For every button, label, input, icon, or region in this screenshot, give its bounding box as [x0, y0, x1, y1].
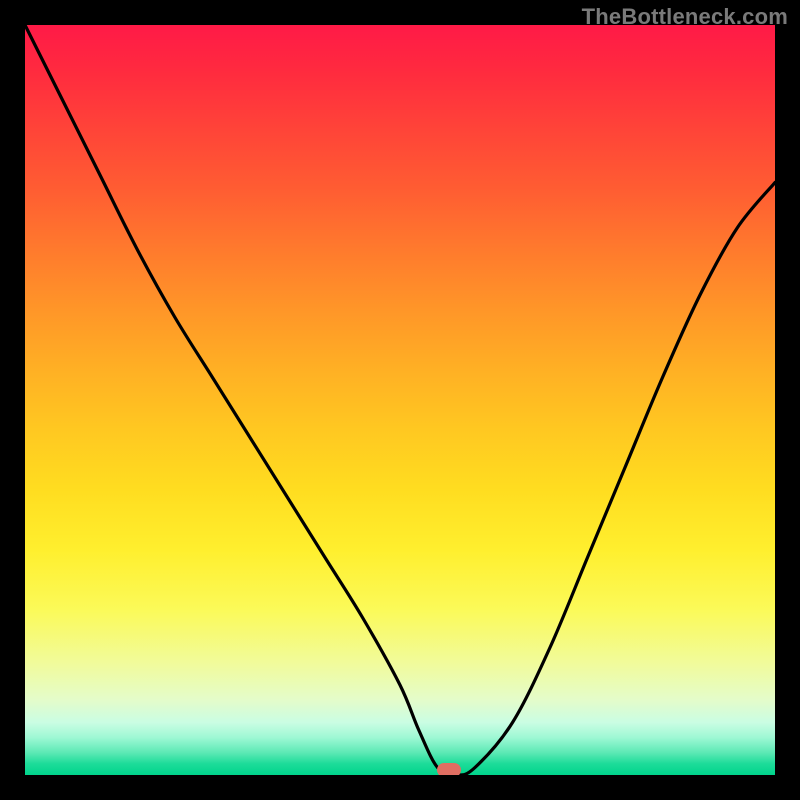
watermark-text: TheBottleneck.com	[582, 4, 788, 30]
bottleneck-curve	[25, 25, 775, 775]
line-chart	[25, 25, 775, 775]
chart-frame: TheBottleneck.com	[0, 0, 800, 800]
optimal-marker	[437, 763, 461, 775]
plot-area	[25, 25, 775, 775]
